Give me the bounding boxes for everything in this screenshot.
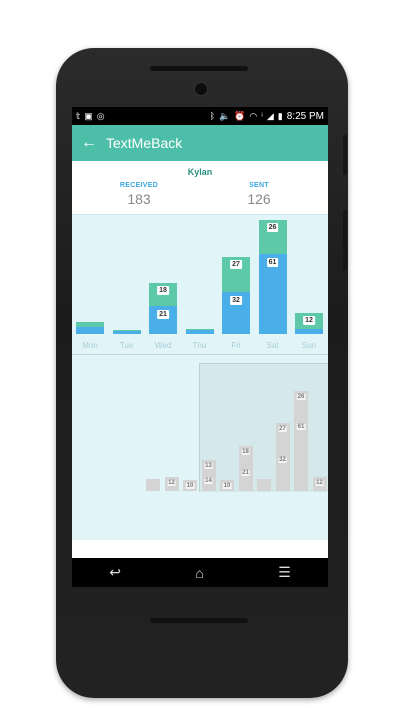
hour-bar[interactable]: 12 xyxy=(164,477,179,491)
sent-data-label: 12 xyxy=(303,316,315,326)
hour-upper-label: 13 xyxy=(204,462,213,469)
bar-fri[interactable]: 32 27 xyxy=(222,256,250,334)
hour-bar[interactable]: 10 xyxy=(220,479,234,491)
sent-data-label: 26 xyxy=(266,222,279,232)
clock-time: 8:25 PM xyxy=(286,110,324,122)
received-data-label: 32 xyxy=(230,296,242,306)
bar-mon[interactable] xyxy=(76,322,104,334)
bar-thu[interactable] xyxy=(185,328,214,334)
received-segment xyxy=(76,327,104,334)
day-label-fri: Fri xyxy=(231,341,241,350)
sent-label: SENT xyxy=(249,182,269,189)
received-value: 183 xyxy=(127,191,151,207)
received-stat: RECEIVED 183 xyxy=(99,182,179,207)
hour-bar[interactable]: 21 18 xyxy=(238,446,253,491)
sent-segment xyxy=(112,330,141,332)
received-data-label: 61 xyxy=(266,258,279,268)
hourly-chart: 12 10 14 13 10 21 18 32 27 61 26 12 xyxy=(72,355,328,540)
hour-upper-label: 18 xyxy=(241,449,250,456)
sent-stat: SENT 126 xyxy=(219,182,299,207)
nav-back-icon[interactable]: ↩ xyxy=(109,564,121,581)
hour-bar[interactable]: 32 27 xyxy=(275,423,290,491)
day-label-tue: Tue xyxy=(119,341,134,350)
received-data-label: 21 xyxy=(157,310,169,320)
navigation-bar: ↩ ⌂ ☰ xyxy=(72,558,328,587)
day-label-sat: Sat xyxy=(266,341,279,350)
voicemail-icon: ◎ xyxy=(96,110,105,121)
status-bar: 𝕥 ▣ ◎ ᛒ 🔈 ⏰ ◠ ⁱ ◢ ▮ 8:25 PM xyxy=(72,107,328,125)
sent-data-label: 18 xyxy=(157,285,169,295)
volume-icon: 🔈 xyxy=(218,110,231,121)
received-segment xyxy=(295,328,323,334)
hour-lower-label: 14 xyxy=(204,477,213,484)
received-segment xyxy=(185,330,214,334)
received-segment xyxy=(112,331,141,334)
sent-segment: 18 xyxy=(149,282,177,307)
front-camera xyxy=(194,82,208,96)
hour-lower-label: 61 xyxy=(296,423,306,430)
hour-bar[interactable]: 61 26 xyxy=(294,390,308,491)
day-label-thu: Thu xyxy=(192,341,207,350)
power-button xyxy=(343,135,347,175)
hour-lower-label: 12 xyxy=(315,480,324,487)
back-arrow-icon[interactable]: ← xyxy=(72,134,106,152)
signal-icon: ◢ xyxy=(266,110,274,121)
volume-button xyxy=(343,210,347,270)
day-label-wed: Wed xyxy=(154,341,172,350)
hour-lower-label: 12 xyxy=(167,480,176,487)
sent-value: 126 xyxy=(247,191,271,207)
bar-sat[interactable]: 61 26 xyxy=(258,219,287,334)
selection-highlight[interactable] xyxy=(199,363,328,492)
bottom-speaker xyxy=(150,618,248,623)
battery-icon: ▮ xyxy=(277,110,283,121)
day-label-sun: Sun xyxy=(301,341,317,350)
day-label-mon: Mon xyxy=(82,341,98,350)
weekly-chart: Mon Tue 21 18 Wed Thu 32 27 Fri 61 26 Sat 12 Sun xyxy=(72,214,328,354)
sent-segment: 26 xyxy=(258,219,287,255)
hour-bar[interactable]: 10 xyxy=(183,479,197,491)
bar-tue[interactable] xyxy=(112,330,141,334)
sent-segment xyxy=(185,328,214,331)
hour-lower-label: 10 xyxy=(222,482,232,489)
alarm-icon: ⏰ xyxy=(234,110,246,121)
lte-icon: ⁱ xyxy=(261,110,263,121)
hour-bar[interactable] xyxy=(146,479,160,491)
bluetooth-icon: ᛒ xyxy=(209,110,215,121)
received-segment: 61 xyxy=(258,254,287,334)
nav-home-icon[interactable]: ⌂ xyxy=(195,565,203,581)
sent-data-label: 27 xyxy=(230,259,242,269)
hour-lower-label: 21 xyxy=(241,469,250,476)
wifi-icon: ◠ xyxy=(249,110,258,121)
bar-sun[interactable]: 12 xyxy=(295,313,323,334)
screen: 𝕥 ▣ ◎ ᛒ 🔈 ⏰ ◠ ⁱ ◢ ▮ 8:25 PM ← TextMeBack… xyxy=(72,107,328,587)
hour-bar[interactable]: 14 13 xyxy=(201,459,216,491)
sent-segment: 12 xyxy=(295,313,323,329)
app-bar: ← TextMeBack xyxy=(72,125,328,161)
nav-recents-icon[interactable]: ☰ xyxy=(278,564,291,581)
hour-upper-label: 26 xyxy=(296,393,306,400)
earpiece-speaker xyxy=(150,66,248,71)
received-label: RECEIVED xyxy=(119,182,159,189)
sent-segment: 27 xyxy=(222,256,250,293)
contact-summary: Kylan RECEIVED 183 SENT 126 xyxy=(72,161,328,214)
hour-lower-label: 10 xyxy=(185,482,195,489)
hour-upper-label: 27 xyxy=(278,426,287,433)
app-title: TextMeBack xyxy=(106,135,183,151)
bar-wed[interactable]: 21 18 xyxy=(149,282,177,334)
hour-bar[interactable] xyxy=(257,479,271,491)
twitter-icon: 𝕥 xyxy=(76,110,81,121)
contact-name: Kylan xyxy=(187,167,213,177)
sent-segment xyxy=(76,322,104,328)
image-icon: ▣ xyxy=(84,110,93,121)
received-segment: 32 xyxy=(222,292,250,334)
hour-lower-label: 32 xyxy=(278,457,287,464)
received-segment: 21 xyxy=(149,306,177,334)
hour-bar[interactable]: 12 xyxy=(312,477,327,491)
